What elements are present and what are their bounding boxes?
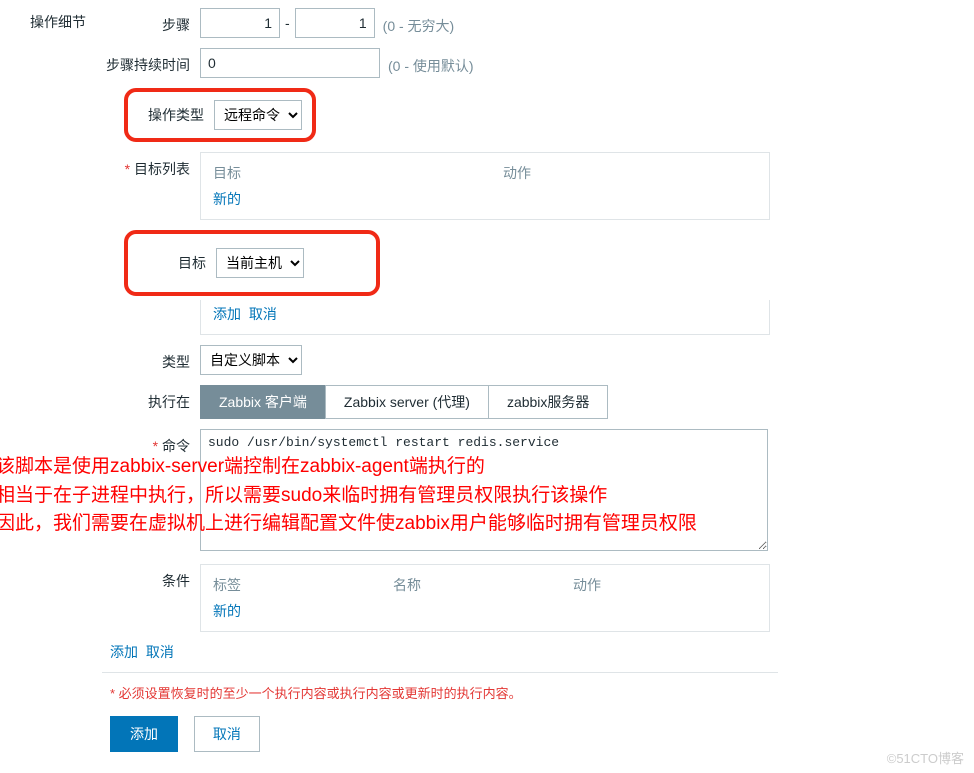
operation-type-highlight: 操作类型 远程命令 — [124, 88, 316, 142]
conditions-label: 条件 — [102, 564, 200, 591]
target-select[interactable]: 当前主机 — [216, 248, 304, 278]
section-label: 操作细节 — [30, 8, 102, 752]
target-list-new-link[interactable]: 新的 — [213, 191, 241, 207]
conditions-col-action: 动作 — [573, 575, 601, 595]
add-button[interactable]: 添加 — [110, 716, 178, 752]
execute-on-option-1[interactable]: Zabbix server (代理) — [325, 385, 489, 419]
conditions-col-tag: 标签 — [213, 575, 393, 595]
conditions-new-link[interactable]: 新的 — [213, 603, 241, 619]
execute-on-label: 执行在 — [102, 385, 200, 412]
steps-to-input[interactable] — [295, 8, 375, 38]
target-highlight: 目标 当前主机 — [124, 230, 380, 296]
execute-on-group: Zabbix 客户端 Zabbix server (代理) zabbix服务器 — [200, 385, 608, 419]
step-duration-input[interactable] — [200, 48, 380, 78]
overlay-annotation: 该脚本是使用zabbix-server端控制在zabbix-agent端执行的 … — [0, 453, 916, 539]
steps-from-input[interactable] — [200, 8, 280, 38]
target-add-link[interactable]: 添加 — [213, 306, 241, 322]
execute-on-option-0[interactable]: Zabbix 客户端 — [200, 385, 326, 419]
step-duration-label: 步骤持续时间 — [102, 48, 200, 75]
target-list-col-target: 目标 — [213, 163, 503, 183]
overlay-line-1: 该脚本是使用zabbix-server端控制在zabbix-agent端执行的 — [0, 453, 916, 482]
target-label: 目标 — [140, 253, 216, 273]
watermark: ©51CTO博客 — [887, 748, 964, 767]
target-list-label: 目标列表 — [102, 152, 200, 179]
target-list-col-action: 动作 — [503, 163, 531, 183]
operation-type-label: 操作类型 — [138, 105, 214, 125]
type-select[interactable]: 自定义脚本 — [200, 345, 302, 375]
conditions-col-name: 名称 — [393, 575, 573, 595]
type-label: 类型 — [102, 345, 200, 372]
steps-hint: (0 - 无穷大) — [375, 10, 455, 36]
footer-note: * 必须设置恢复时的至少一个执行内容或执行内容或更新时的执行内容。 — [110, 683, 974, 702]
overlay-line-2: 相当于在子进程中执行，所以需要sudo来临时拥有管理员权限执行该操作 — [0, 482, 916, 511]
target-cancel-link[interactable]: 取消 — [249, 306, 277, 322]
conditions-panel: 标签 名称 动作 新的 — [200, 564, 770, 632]
steps-label: 步骤 — [102, 8, 200, 35]
target-list-panel: 目标 动作 新的 — [200, 152, 770, 220]
bottom-add-link[interactable]: 添加 — [110, 644, 138, 660]
cancel-button[interactable]: 取消 — [194, 716, 260, 752]
execute-on-option-2[interactable]: zabbix服务器 — [488, 385, 608, 419]
bottom-cancel-link[interactable]: 取消 — [146, 644, 174, 660]
command-label: 命令 — [102, 429, 200, 456]
step-duration-hint: (0 - 使用默认) — [380, 50, 474, 76]
operation-type-select[interactable]: 远程命令 — [214, 100, 302, 130]
dash: - — [280, 8, 295, 38]
overlay-line-3: 因此，我们需要在虚拟机上进行编辑配置文件使zabbix用户能够临时拥有管理员权限 — [0, 510, 916, 539]
